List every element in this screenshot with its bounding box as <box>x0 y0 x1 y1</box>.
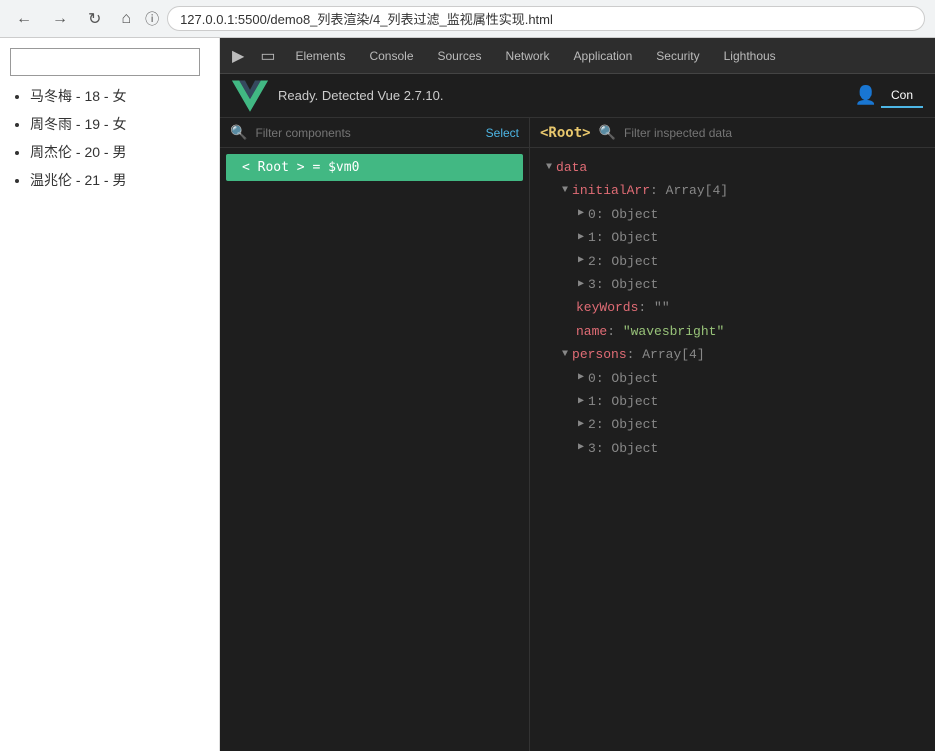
con-tab[interactable]: Con <box>881 84 923 108</box>
vue-devtools-body: 🔍 Select < Root > = $vm0 <Root> 🔍 <box>220 118 935 751</box>
tab-lighthouse[interactable]: Lighthous <box>712 38 788 73</box>
data-key-label: data <box>556 156 587 179</box>
data-tree: data initialArr : Array[4] 0: Object <box>530 148 935 468</box>
person-icon: 👤 <box>855 85 877 106</box>
search-icon[interactable]: 🔍 <box>230 124 247 141</box>
home-button[interactable]: ⌂ <box>115 8 137 30</box>
persons-0-label: 0: Object <box>588 367 658 390</box>
vue-logo <box>232 78 268 114</box>
persons-2-arrow[interactable] <box>578 416 584 434</box>
persons-0-arrow[interactable] <box>578 369 584 387</box>
persons-1-row: 1: Object <box>546 390 919 413</box>
vue-ready-text: Ready. Detected Vue 2.7.10. <box>278 88 855 103</box>
list-item: 周冬雨 - 19 - 女 <box>30 114 209 134</box>
address-bar[interactable] <box>167 6 925 31</box>
persons-key: persons <box>572 343 627 366</box>
initialArr-2-arrow[interactable] <box>578 252 584 270</box>
keyWords-colon: : <box>638 296 654 319</box>
initialArr-3-label: 3: Object <box>588 273 658 296</box>
persons-type: Array[4] <box>642 343 704 366</box>
person-list: 马冬梅 - 18 - 女 周冬雨 - 19 - 女 周杰伦 - 20 - 男 温… <box>10 86 209 190</box>
initialArr-arrow[interactable] <box>562 182 568 200</box>
persons-3-row: 3: Object <box>546 437 919 460</box>
data-panel-header: <Root> 🔍 <box>530 118 935 148</box>
filter-search-icon[interactable]: 🔍 <box>599 124 616 141</box>
list-item: 周杰伦 - 20 - 男 <box>30 142 209 162</box>
name-row: name : "wavesbright" <box>546 320 919 343</box>
component-tree: 🔍 Select < Root > = $vm0 <box>220 118 530 751</box>
browser-bar: ← → ↻ ⌂ ⓘ <box>0 0 935 38</box>
main-content: 马冬梅 - 18 - 女 周冬雨 - 19 - 女 周杰伦 - 20 - 男 温… <box>0 38 935 751</box>
initialArr-1-arrow[interactable] <box>578 229 584 247</box>
select-button[interactable]: Select <box>486 126 519 140</box>
search-input[interactable] <box>10 48 200 76</box>
tab-network[interactable]: Network <box>494 38 562 73</box>
persons-2-row: 2: Object <box>546 413 919 436</box>
keyWords-key: keyWords <box>576 296 638 319</box>
list-item: 温兆伦 - 21 - 男 <box>30 170 209 190</box>
persons-row: persons : Array[4] <box>546 343 919 366</box>
devtools-inspect-icon[interactable]: ▶ <box>224 38 252 73</box>
filter-components-input[interactable] <box>255 126 477 140</box>
tab-elements[interactable]: Elements <box>283 38 357 73</box>
root-component-item[interactable]: < Root > = $vm0 <box>226 154 523 181</box>
persons-colon: : <box>627 343 643 366</box>
initialArr-2-row: 2: Object <box>546 250 919 273</box>
initialArr-1-row: 1: Object <box>546 226 919 249</box>
data-inspector-panel: <Root> 🔍 data initialArr : Arr <box>530 118 935 751</box>
tab-console[interactable]: Console <box>357 38 425 73</box>
web-page-panel: 马冬梅 - 18 - 女 周冬雨 - 19 - 女 周杰伦 - 20 - 男 温… <box>0 38 220 751</box>
initialArr-3-row: 3: Object <box>546 273 919 296</box>
tab-security[interactable]: Security <box>644 38 711 73</box>
persons-1-arrow[interactable] <box>578 393 584 411</box>
name-key: name <box>576 320 607 343</box>
devtools-panel: ▶ ▭ Elements Console Sources Network App… <box>220 38 935 751</box>
keyWords-value: "" <box>654 296 670 319</box>
data-arrow[interactable] <box>546 159 552 177</box>
list-item: 马冬梅 - 18 - 女 <box>30 86 209 106</box>
initialArr-key: initialArr <box>572 179 650 202</box>
filter-inspected-input[interactable] <box>624 126 925 140</box>
devtools-device-icon[interactable]: ▭ <box>252 38 283 73</box>
forward-button[interactable]: → <box>46 8 74 30</box>
initialArr-2-label: 2: Object <box>588 250 658 273</box>
component-tree-header: 🔍 Select <box>220 118 529 148</box>
name-value: "wavesbright" <box>623 320 724 343</box>
initialArr-3-arrow[interactable] <box>578 276 584 294</box>
initialArr-type: Array[4] <box>666 179 728 202</box>
persons-arrow[interactable] <box>562 346 568 364</box>
initialArr-0-label: 0: Object <box>588 203 658 226</box>
name-colon: : <box>607 320 623 343</box>
persons-1-label: 1: Object <box>588 390 658 413</box>
persons-3-arrow[interactable] <box>578 439 584 457</box>
persons-3-label: 3: Object <box>588 437 658 460</box>
root-label: <Root> <box>540 125 591 141</box>
tab-sources[interactable]: Sources <box>426 38 494 73</box>
vue-devtools-header: Ready. Detected Vue 2.7.10. 👤 Con <box>220 74 935 118</box>
persons-0-row: 0: Object <box>546 367 919 390</box>
initialArr-1-label: 1: Object <box>588 226 658 249</box>
back-button[interactable]: ← <box>10 8 38 30</box>
initialArr-0-row: 0: Object <box>546 203 919 226</box>
persons-2-label: 2: Object <box>588 413 658 436</box>
data-row: data <box>546 156 919 179</box>
reload-button[interactable]: ↻ <box>82 7 107 31</box>
tab-application[interactable]: Application <box>562 38 645 73</box>
initialArr-colon: : <box>650 179 666 202</box>
initialArr-0-arrow[interactable] <box>578 205 584 223</box>
initialArr-row: initialArr : Array[4] <box>546 179 919 202</box>
info-icon: ⓘ <box>145 9 159 29</box>
keyWords-row: keyWords : "" <box>546 296 919 319</box>
devtools-tabs: ▶ ▭ Elements Console Sources Network App… <box>220 38 935 74</box>
